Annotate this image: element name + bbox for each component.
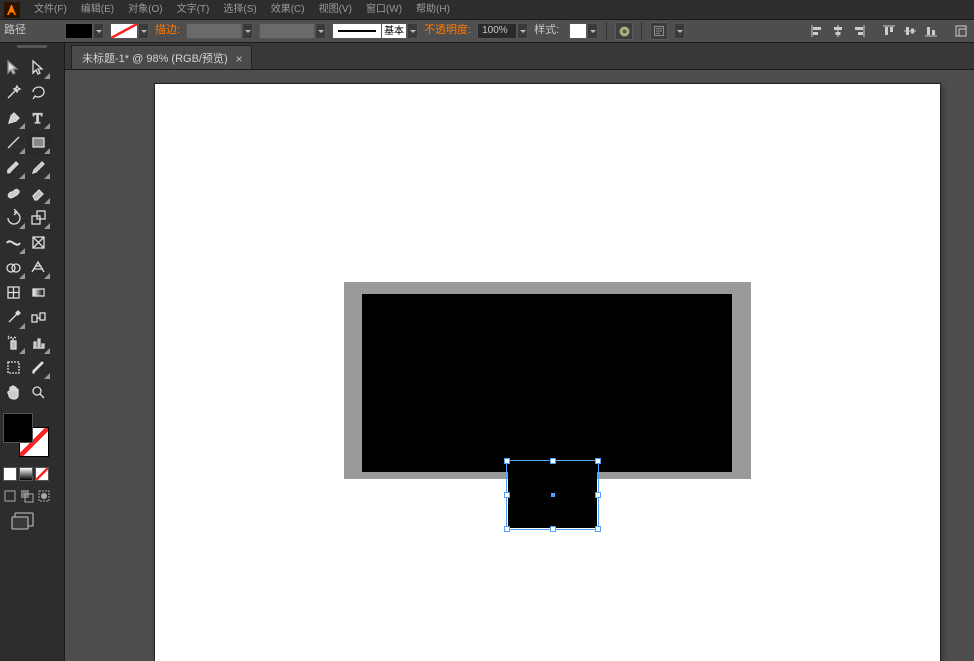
mesh-tool[interactable] <box>1 280 26 305</box>
magic-wand-tool[interactable] <box>1 80 26 105</box>
var-width-profile[interactable] <box>259 23 315 39</box>
lasso-tool[interactable] <box>26 80 51 105</box>
menu-bar: 文件(F) 编辑(E) 对象(O) 文字(T) 选择(S) 效果(C) 视图(V… <box>0 0 974 20</box>
close-tab-icon[interactable]: × <box>236 52 243 66</box>
none-mode-icon[interactable] <box>35 467 49 481</box>
panel-grip[interactable] <box>0 45 64 53</box>
direct-selection-tool[interactable] <box>26 55 51 80</box>
brush-definition[interactable] <box>332 23 382 39</box>
scale-tool[interactable] <box>26 205 51 230</box>
fill-stroke-chips[interactable] <box>3 413 53 463</box>
zoom-tool[interactable] <box>26 380 51 405</box>
menu-item[interactable]: 选择(S) <box>217 2 262 18</box>
graphic-style-swatch[interactable] <box>569 23 587 39</box>
draw-mode-row <box>0 467 64 487</box>
align-bottom-icon[interactable] <box>922 22 940 40</box>
shape-builder-tool[interactable] <box>1 255 26 280</box>
align-center-v-icon[interactable] <box>901 22 919 40</box>
opacity-label: 不透明度: <box>424 24 471 37</box>
opacity-dropdown[interactable] <box>517 23 528 39</box>
fill-chip[interactable] <box>3 413 33 443</box>
draw-behind-icon[interactable] <box>20 489 34 503</box>
fill-swatch[interactable] <box>65 23 93 39</box>
stroke-width-field[interactable] <box>186 23 242 39</box>
app-logo-icon <box>4 2 20 18</box>
screen-mode-icon[interactable] <box>0 511 64 537</box>
options-bar: 路径 描边: 基本 不透明度: 100% 样式: <box>0 20 974 43</box>
artboard[interactable] <box>155 84 940 661</box>
align-right-icon[interactable] <box>850 22 868 40</box>
width-tool[interactable] <box>1 230 26 255</box>
menu-item[interactable]: 编辑(E) <box>75 2 120 18</box>
line-tool[interactable] <box>1 130 26 155</box>
align-cluster <box>808 22 974 40</box>
column-graph-tool[interactable] <box>26 330 51 355</box>
graphic-style-dropdown[interactable] <box>587 23 598 39</box>
document-tab[interactable]: 未标题-1* @ 98% (RGB/预览) × <box>71 45 252 69</box>
blend-tool[interactable] <box>26 305 51 330</box>
draw-inside-icon[interactable] <box>37 489 51 503</box>
menu-item[interactable]: 对象(O) <box>122 2 168 18</box>
selection-tool[interactable] <box>1 55 26 80</box>
separator <box>641 22 642 40</box>
left-dock: T <box>0 43 65 661</box>
blob-brush-tool[interactable] <box>1 180 26 205</box>
menu-item[interactable]: 窗口(W) <box>360 2 408 18</box>
document-setup-dropdown[interactable] <box>674 23 685 39</box>
rotate-tool[interactable] <box>1 205 26 230</box>
pen-tool[interactable] <box>1 105 26 130</box>
brush-name: 基本 <box>382 23 407 39</box>
artboard-tool[interactable] <box>1 355 26 380</box>
work-area: 未标题-1* @ 98% (RGB/预览) × <box>65 43 974 661</box>
document-setup-icon[interactable] <box>650 22 668 40</box>
opacity-field[interactable]: 100% <box>477 23 517 39</box>
pencil-tool[interactable] <box>26 155 51 180</box>
menu-item[interactable]: 文字(T) <box>171 2 216 18</box>
free-transform-tool[interactable] <box>26 230 51 255</box>
document-tab-title: 未标题-1* @ 98% (RGB/预览) <box>82 53 228 66</box>
transform-panel-icon[interactable] <box>952 22 970 40</box>
document-tab-strip: 未标题-1* @ 98% (RGB/预览) × <box>65 43 974 70</box>
align-center-h-icon[interactable] <box>829 22 847 40</box>
canvas-viewport[interactable] <box>65 70 974 661</box>
fill-dropdown[interactable] <box>93 23 104 39</box>
stroke-dropdown[interactable] <box>138 23 149 39</box>
rectangle-tool[interactable] <box>26 130 51 155</box>
stroke-width-dropdown[interactable] <box>242 23 253 39</box>
eraser-tool[interactable] <box>26 180 51 205</box>
menu-item[interactable]: 视图(V) <box>313 2 358 18</box>
rectangle-object-black-small[interactable] <box>508 462 597 528</box>
color-mode-icon[interactable] <box>3 467 17 481</box>
menu-item[interactable]: 效果(C) <box>265 2 311 18</box>
svg-text:T: T <box>33 111 42 126</box>
recolor-artwork-icon[interactable] <box>615 22 633 40</box>
eyedropper-tool[interactable] <box>1 305 26 330</box>
menu-item[interactable]: 文件(F) <box>28 2 73 18</box>
separator <box>606 22 607 40</box>
slice-tool[interactable] <box>26 355 51 380</box>
var-width-profile-dropdown[interactable] <box>315 23 326 39</box>
hand-tool[interactable] <box>1 380 26 405</box>
align-top-icon[interactable] <box>880 22 898 40</box>
menu-item[interactable]: 帮助(H) <box>410 2 456 18</box>
symbol-sprayer-tool[interactable] <box>1 330 26 355</box>
draw-mode-icons <box>0 487 64 503</box>
gradient-mode-icon[interactable] <box>19 467 33 481</box>
stroke-swatch[interactable] <box>110 23 138 39</box>
object-type-indicator: 路径 <box>4 24 59 37</box>
tools-palette: T <box>0 53 64 411</box>
gradient-tool[interactable] <box>26 280 51 305</box>
draw-normal-icon[interactable] <box>3 489 17 503</box>
perspective-grid-tool[interactable] <box>26 255 51 280</box>
stroke-label: 描边: <box>155 24 180 37</box>
rectangle-object-black-large[interactable] <box>362 294 732 472</box>
paintbrush-tool[interactable] <box>1 155 26 180</box>
style-label: 样式: <box>534 24 563 37</box>
brush-dropdown[interactable] <box>407 23 418 39</box>
align-left-icon[interactable] <box>808 22 826 40</box>
type-tool[interactable]: T <box>26 105 51 130</box>
